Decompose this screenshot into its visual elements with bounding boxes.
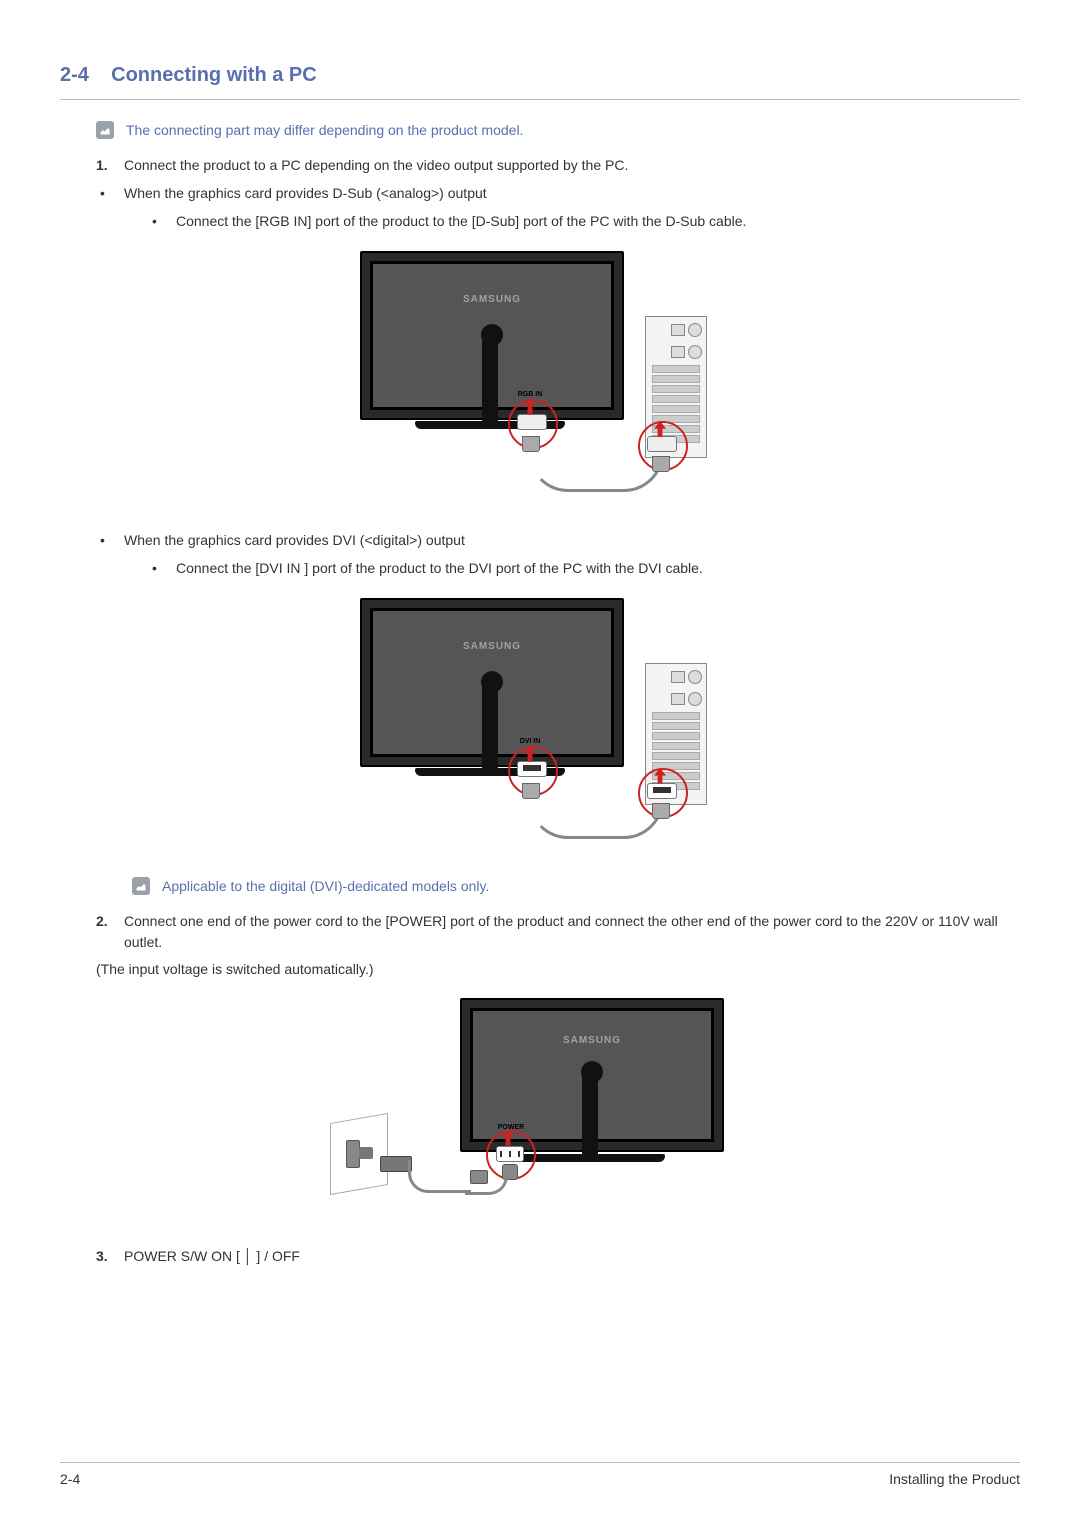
note-connecting-part: The connecting part may differ depending… <box>96 120 1020 141</box>
note-text: Applicable to the digital (DVI)-dedicate… <box>162 876 489 897</box>
step-2-text: Connect one end of the power cord to the… <box>124 913 998 950</box>
footer-right: Installing the Product <box>889 1471 1020 1487</box>
note-dvi-only: Applicable to the digital (DVI)-dedicate… <box>132 876 1020 897</box>
figure-power-connection: SAMSUNG POWER <box>320 998 760 1218</box>
dsub-intro: When the graphics card provides D-Sub (<… <box>124 185 487 201</box>
note-icon <box>132 877 150 895</box>
step-3-text: POWER S/W ON [ │ ] / OFF <box>124 1248 300 1264</box>
footer-left: 2-4 <box>60 1471 80 1487</box>
dvi-in-label: DVI IN <box>510 738 550 745</box>
cable-plug-icon <box>652 803 670 819</box>
step-1-text: Connect the product to a PC depending on… <box>124 157 628 173</box>
auto-voltage-note: (The input voltage is switched automatic… <box>96 959 1020 980</box>
step-3: POWER S/W ON [ │ ] / OFF <box>96 1246 1020 1267</box>
step-2: Connect one end of the power cord to the… <box>96 911 1020 953</box>
step-1: Connect the product to a PC depending on… <box>96 155 1020 176</box>
figure-rgb-connection: SAMSUNG RGB IN <box>350 251 730 501</box>
rgb-in-label: RGB IN <box>510 391 550 398</box>
bullet-dsub: When the graphics card provides D-Sub (<… <box>96 182 1020 233</box>
cable-icon <box>408 1160 471 1193</box>
page-footer: 2-4 Installing the Product <box>60 1462 1020 1487</box>
section-title: Connecting with a PC <box>111 64 317 86</box>
note-icon <box>96 121 114 139</box>
figure-dvi-connection: SAMSUNG DVI IN <box>350 598 730 848</box>
brand-label: SAMSUNG <box>373 294 611 305</box>
section-heading: 2-4 Connecting with a PC <box>60 64 1020 100</box>
cable-icon <box>465 1176 508 1195</box>
dvi-detail: Connect the [DVI IN ] port of the produc… <box>176 560 703 576</box>
section-number: 2-4 <box>60 64 89 86</box>
dvi-intro: When the graphics card provides DVI (<di… <box>124 532 465 548</box>
wall-plug-icon <box>346 1140 360 1168</box>
sub-bullet-dvi: Connect the [DVI IN ] port of the produc… <box>148 557 1020 579</box>
brand-label: SAMSUNG <box>373 641 611 652</box>
brand-label: SAMSUNG <box>473 1035 711 1046</box>
dsub-detail: Connect the [RGB IN] port of the product… <box>176 213 746 229</box>
note-text: The connecting part may differ depending… <box>126 120 523 141</box>
cable-plug-icon <box>652 456 670 472</box>
bullet-dvi: When the graphics card provides DVI (<di… <box>96 529 1020 580</box>
sub-bullet-dsub: Connect the [RGB IN] port of the product… <box>148 210 1020 232</box>
